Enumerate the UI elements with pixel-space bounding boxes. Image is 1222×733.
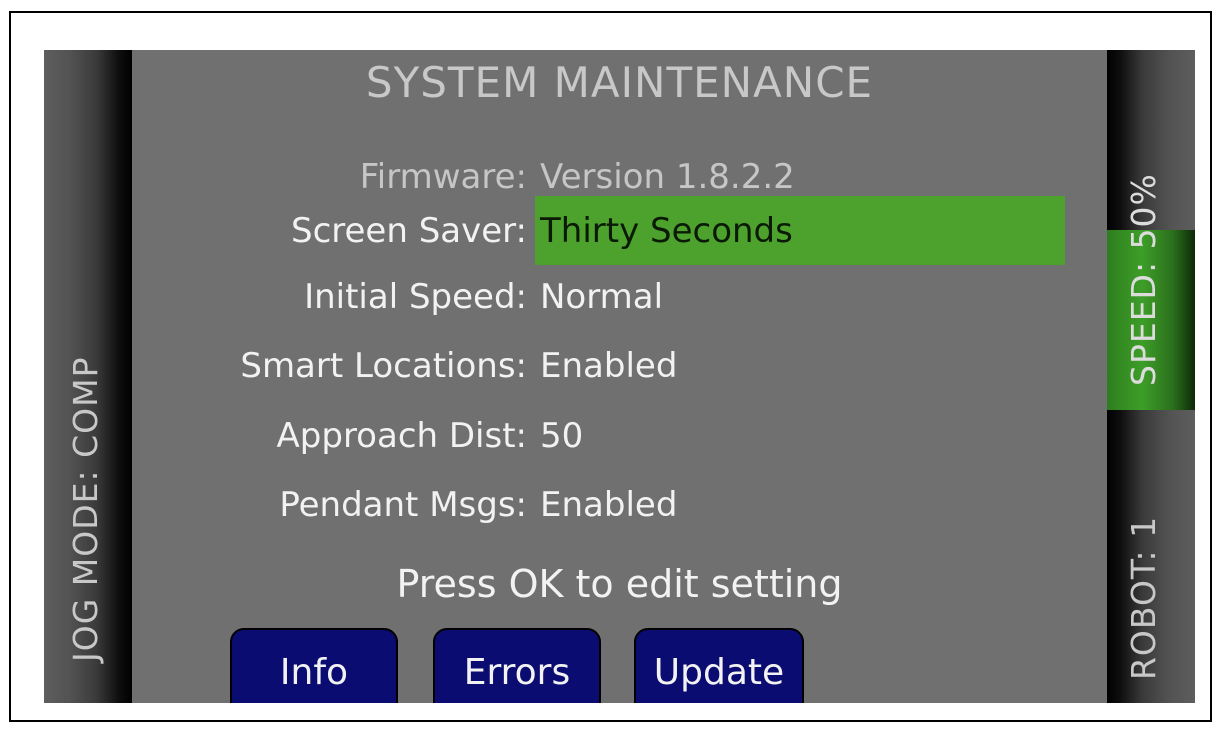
- setting-label: Initial Speed:: [304, 277, 527, 317]
- setting-row-approach-dist[interactable]: Approach Dist: 50: [132, 405, 1107, 467]
- setting-value[interactable]: Enabled: [540, 474, 677, 536]
- errors-button[interactable]: Errors: [433, 628, 601, 703]
- setting-row-pendant-msgs[interactable]: Pendant Msgs: Enabled: [132, 474, 1107, 536]
- setting-label: Smart Locations:: [240, 346, 527, 386]
- setting-row-firmware: Firmware: Version 1.8.2.2: [132, 146, 1107, 208]
- setting-value[interactable]: 50: [540, 405, 583, 467]
- update-button[interactable]: Update: [634, 628, 804, 703]
- setting-value[interactable]: Thirty Seconds: [540, 200, 793, 262]
- jog-mode-label: JOG MODE: COMP: [66, 356, 105, 662]
- robot-label: ROBOT: 1: [1124, 515, 1163, 680]
- edit-hint: Press OK to edit setting: [396, 562, 843, 606]
- info-button[interactable]: Info: [230, 628, 398, 703]
- page-title: SYSTEM MAINTENANCE: [365, 58, 874, 107]
- setting-label: Approach Dist:: [276, 416, 527, 456]
- setting-row-screen-saver[interactable]: Screen Saver: Thirty Seconds: [132, 200, 1107, 262]
- setting-row-smart-locations[interactable]: Smart Locations: Enabled: [132, 335, 1107, 397]
- setting-label: Screen Saver:: [291, 211, 527, 251]
- speed-label: SPEED: 50%: [1124, 173, 1163, 386]
- setting-value: Version 1.8.2.2: [540, 157, 795, 197]
- setting-value[interactable]: Normal: [540, 266, 663, 328]
- pendant-screen: SYSTEM MAINTENANCE Firmware: Version 1.8…: [44, 50, 1195, 703]
- setting-label: Pendant Msgs:: [279, 485, 527, 525]
- setting-row-initial-speed[interactable]: Initial Speed: Normal: [132, 266, 1107, 328]
- setting-value[interactable]: Enabled: [540, 335, 677, 397]
- setting-label: Firmware:: [359, 157, 527, 197]
